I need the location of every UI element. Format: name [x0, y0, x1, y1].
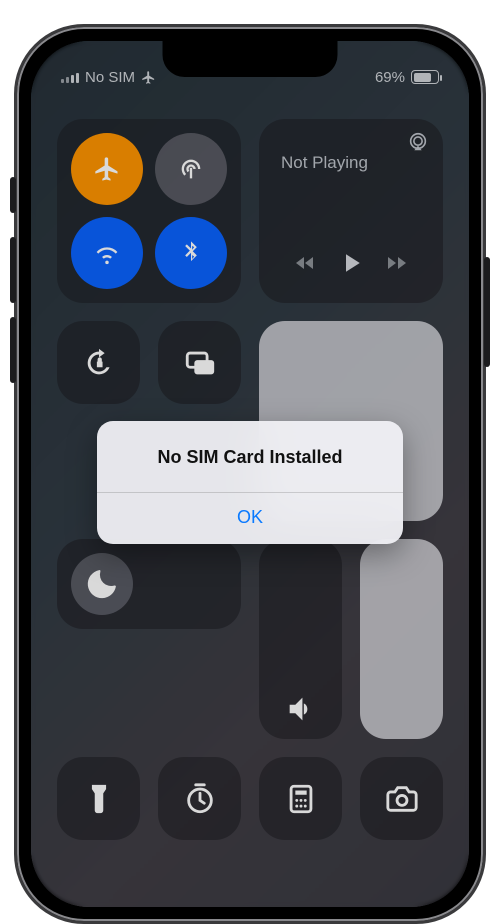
mute-switch[interactable] [10, 177, 16, 213]
iphone-frame: No SIM 69% [14, 24, 486, 924]
screen: No SIM 69% [31, 41, 469, 907]
volume-down-button[interactable] [10, 317, 16, 383]
alert-ok-button[interactable]: OK [97, 493, 403, 544]
no-sim-alert: No SIM Card Installed OK [97, 421, 403, 544]
volume-up-button[interactable] [10, 237, 16, 303]
side-power-button[interactable] [484, 257, 490, 367]
alert-title: No SIM Card Installed [97, 421, 403, 492]
